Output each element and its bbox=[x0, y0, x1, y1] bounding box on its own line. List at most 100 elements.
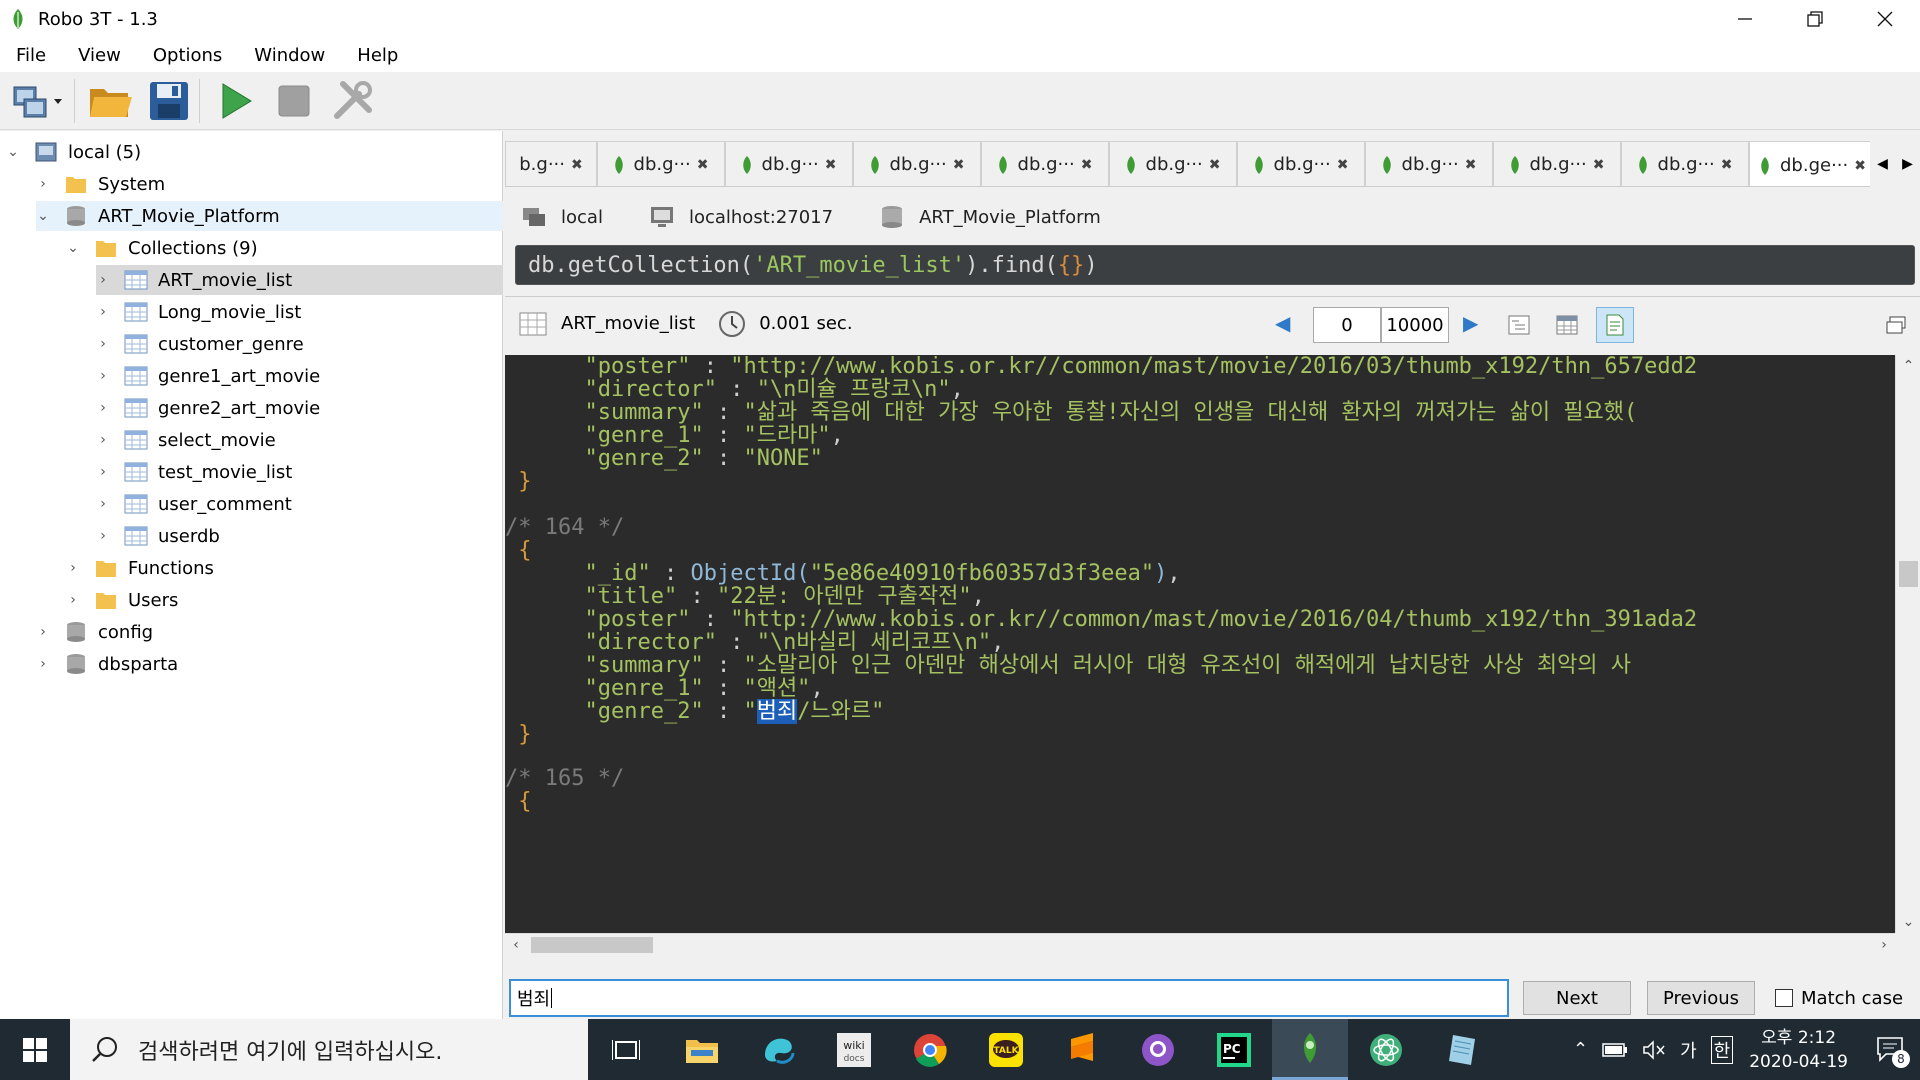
tray-chevron-up-icon[interactable]: ⌃ bbox=[1573, 1039, 1588, 1060]
tree-collection-item[interactable]: › genre2_art_movie bbox=[96, 393, 320, 423]
edge-button[interactable] bbox=[740, 1019, 816, 1080]
query-tab[interactable]: db.g··· ✖ bbox=[853, 141, 981, 186]
minimize-button[interactable] bbox=[1710, 0, 1780, 38]
tab-close-icon[interactable]: ✖ bbox=[1593, 157, 1605, 173]
tab-close-icon[interactable]: ✖ bbox=[1337, 157, 1349, 173]
tree-collection-item[interactable]: › genre1_art_movie bbox=[96, 361, 320, 391]
tree-collection-item[interactable]: › customer_genre bbox=[96, 329, 304, 359]
volume-muted-icon[interactable] bbox=[1642, 1039, 1666, 1060]
ime-mode-indicator[interactable]: 가 bbox=[1680, 1037, 1697, 1063]
orientation-button[interactable] bbox=[326, 75, 378, 127]
tree-view-button[interactable] bbox=[1500, 307, 1538, 343]
tree-folder-users[interactable]: › Users bbox=[66, 585, 178, 615]
tree-folder-functions[interactable]: › Functions bbox=[66, 553, 214, 583]
tree-collection-item[interactable]: › userdb bbox=[96, 521, 220, 551]
action-center-button[interactable]: 8 bbox=[1872, 1030, 1912, 1070]
tree-database-dbsparta[interactable]: › dbsparta bbox=[36, 649, 178, 679]
query-tab[interactable]: db.g··· ✖ bbox=[1621, 141, 1749, 186]
find-input[interactable]: 범죄 bbox=[509, 979, 1509, 1017]
menu-help[interactable]: Help bbox=[341, 45, 414, 66]
query-tab-active[interactable]: db.ge··· ✖ bbox=[1749, 141, 1877, 186]
save-button[interactable] bbox=[143, 75, 195, 127]
execute-button[interactable] bbox=[210, 75, 262, 127]
tree-database-config[interactable]: › config bbox=[36, 617, 153, 647]
menu-window[interactable]: Window bbox=[238, 45, 341, 66]
connect-button[interactable] bbox=[6, 75, 70, 127]
tree-database-art-movie-platform[interactable]: ⌄ ART_Movie_Platform bbox=[36, 201, 503, 231]
query-tab[interactable]: db.g··· ✖ bbox=[1365, 141, 1493, 186]
start-button[interactable] bbox=[0, 1019, 70, 1080]
chevron-right-icon[interactable]: › bbox=[96, 368, 110, 384]
tab-close-icon[interactable]: ✖ bbox=[1209, 157, 1221, 173]
menu-options[interactable]: Options bbox=[137, 45, 238, 66]
tab-scroll-right-icon[interactable]: ▶ bbox=[1902, 156, 1913, 172]
taskbar-clock[interactable]: 오후 2:12 2020-04-19 bbox=[1749, 1026, 1848, 1074]
wikidocs-button[interactable]: wiki docs bbox=[816, 1019, 892, 1080]
stop-button[interactable] bbox=[268, 75, 320, 127]
battery-icon[interactable] bbox=[1602, 1042, 1628, 1058]
tree-folder-collections[interactable]: ⌄ Collections (9) bbox=[66, 233, 258, 263]
scroll-down-icon[interactable]: ⌄ bbox=[1896, 911, 1920, 933]
chevron-right-icon[interactable]: › bbox=[96, 272, 110, 288]
tab-close-icon[interactable]: ✖ bbox=[1854, 158, 1866, 174]
chevron-down-icon[interactable]: ⌄ bbox=[6, 144, 20, 160]
scroll-left-icon[interactable]: ‹ bbox=[505, 934, 527, 956]
file-explorer-button[interactable] bbox=[664, 1019, 740, 1080]
text-view-button[interactable] bbox=[1596, 307, 1634, 343]
query-tab[interactable]: db.g··· ✖ bbox=[1109, 141, 1237, 186]
taskbar-search[interactable]: 검색하려면 여기에 입력하십시오. bbox=[70, 1019, 588, 1080]
tab-close-icon[interactable]: ✖ bbox=[571, 157, 583, 173]
query-editor[interactable]: db.getCollection('ART_movie_list').find(… bbox=[515, 245, 1915, 285]
robo3t-button[interactable] bbox=[1272, 1019, 1348, 1080]
scroll-up-icon[interactable]: ⌃ bbox=[1896, 355, 1920, 377]
tree-collection-item[interactable]: › ART_movie_list bbox=[96, 265, 503, 295]
query-tab[interactable]: db.g··· ✖ bbox=[981, 141, 1109, 186]
page-prev-icon[interactable]: ◀ bbox=[1275, 311, 1290, 335]
chevron-right-icon[interactable]: › bbox=[66, 592, 80, 608]
sublime-button[interactable] bbox=[1044, 1019, 1120, 1080]
chevron-right-icon[interactable]: › bbox=[96, 464, 110, 480]
chevron-right-icon[interactable]: › bbox=[96, 496, 110, 512]
tree-collection-item[interactable]: › user_comment bbox=[96, 489, 292, 519]
open-button[interactable] bbox=[85, 75, 137, 127]
results-text-view[interactable]: "poster" : "http://www.kobis.or.kr//comm… bbox=[505, 355, 1895, 933]
scroll-thumb[interactable] bbox=[1899, 561, 1918, 587]
match-case-checkbox[interactable]: Match case bbox=[1775, 981, 1903, 1015]
query-tab[interactable]: db.g··· ✖ bbox=[725, 141, 853, 186]
query-tab[interactable]: db.g··· ✖ bbox=[1493, 141, 1621, 186]
tree-folder-system[interactable]: › System bbox=[36, 169, 165, 199]
limit-input[interactable]: 10000 bbox=[1381, 307, 1449, 343]
query-tab[interactable]: db.g··· ✖ bbox=[597, 141, 725, 186]
chevron-right-icon[interactable]: › bbox=[36, 624, 50, 640]
pycharm-button[interactable]: PC bbox=[1196, 1019, 1272, 1080]
chevron-right-icon[interactable]: › bbox=[96, 336, 110, 352]
chevron-right-icon[interactable]: › bbox=[96, 432, 110, 448]
tab-close-icon[interactable]: ✖ bbox=[825, 157, 837, 173]
chevron-down-icon[interactable]: ⌄ bbox=[66, 240, 80, 256]
tab-close-icon[interactable]: ✖ bbox=[953, 157, 965, 173]
find-next-button[interactable]: Next bbox=[1523, 981, 1631, 1015]
chevron-right-icon[interactable]: › bbox=[36, 176, 50, 192]
github-desktop-button[interactable] bbox=[1120, 1019, 1196, 1080]
menu-view[interactable]: View bbox=[62, 45, 137, 66]
tab-close-icon[interactable]: ✖ bbox=[1721, 157, 1733, 173]
tab-scroll-left-icon[interactable]: ◀ bbox=[1877, 156, 1888, 172]
maximize-results-button[interactable] bbox=[1877, 307, 1915, 343]
vertical-scrollbar[interactable]: ⌃ ⌄ bbox=[1895, 355, 1920, 933]
atom-button[interactable] bbox=[1348, 1019, 1424, 1080]
checkbox-box[interactable] bbox=[1775, 989, 1793, 1007]
ime-lang-indicator[interactable]: 한 bbox=[1710, 1035, 1734, 1064]
restore-button[interactable] bbox=[1780, 0, 1850, 38]
notepad-button[interactable] bbox=[1424, 1019, 1500, 1080]
tab-close-icon[interactable]: ✖ bbox=[1465, 157, 1477, 173]
chevron-right-icon[interactable]: › bbox=[96, 400, 110, 416]
page-next-icon[interactable]: ▶ bbox=[1463, 311, 1478, 335]
skip-input[interactable]: 0 bbox=[1313, 307, 1381, 343]
tree-collection-item[interactable]: › select_movie bbox=[96, 425, 276, 455]
kakaotalk-button[interactable]: TALK bbox=[968, 1019, 1044, 1080]
scroll-thumb[interactable] bbox=[531, 937, 653, 953]
scroll-right-icon[interactable]: › bbox=[1873, 934, 1895, 956]
task-view-button[interactable] bbox=[588, 1019, 664, 1080]
tree-collection-item[interactable]: › Long_movie_list bbox=[96, 297, 301, 327]
query-tab[interactable]: b.g··· ✖ bbox=[505, 141, 597, 186]
